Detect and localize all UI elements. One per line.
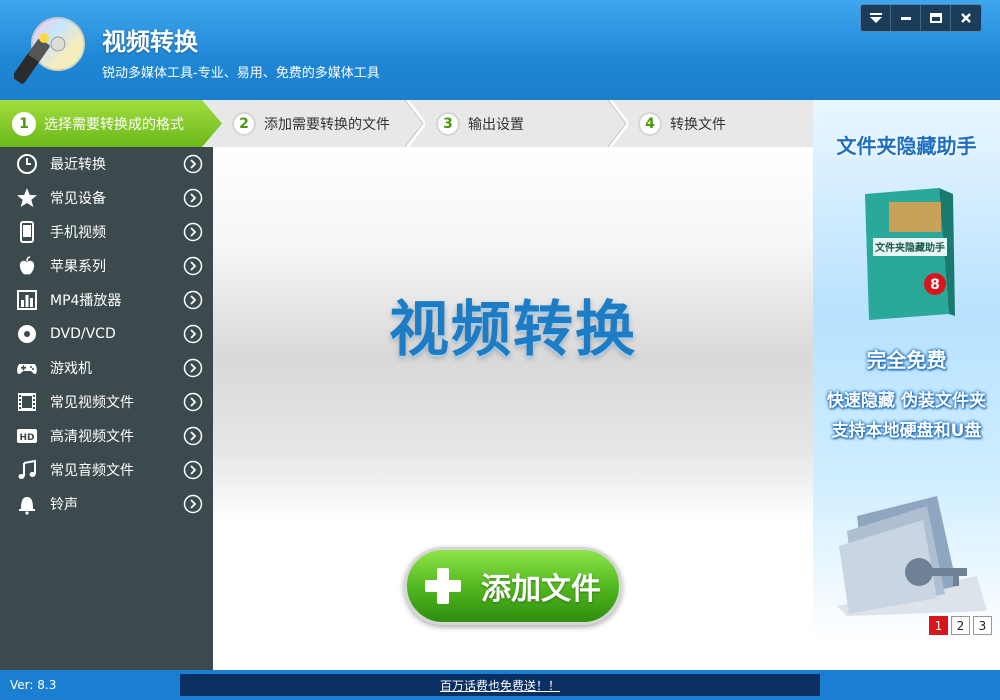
main-panel: 视频转换 添加文件: [213, 147, 813, 670]
ad-page-2[interactable]: 2: [951, 616, 970, 635]
sidebar-item-ringtone[interactable]: 铃声: [0, 487, 213, 521]
status-bar: Ver: 8.3 百万话费也免费送！！: [0, 670, 1000, 700]
sidebar-item-label: MP4播放器: [50, 293, 122, 309]
chevron-right-icon[interactable]: [183, 188, 203, 208]
sidebar-item-common-video[interactable]: 常见视频文件: [0, 385, 213, 419]
sidebar-item-mp4-player[interactable]: MP4播放器: [0, 283, 213, 317]
step-4[interactable]: 4 转换文件: [638, 100, 726, 147]
sidebar-item-label: 游戏机: [50, 361, 92, 377]
minimize-icon: [900, 17, 911, 20]
star-icon: [16, 187, 38, 209]
format-category-sidebar: 最近转换 常见设备 手机视频 苹果系列 MP4播放器 DVD/VCD 游戏机 常…: [0, 147, 213, 670]
phone-icon: [16, 221, 38, 243]
app-title: 视频转换: [102, 28, 198, 56]
close-icon: [961, 13, 971, 23]
menu-icon: [869, 13, 882, 23]
box-label: 文件夹隐藏助手: [875, 241, 945, 254]
title-bar: 视频转换 锐动多媒体工具-专业、易用、免费的多媒体工具: [0, 0, 1000, 100]
step-2[interactable]: 2 添加需要转换的文件: [232, 100, 390, 147]
ad-page-3[interactable]: 3: [973, 616, 992, 635]
clock-icon: [16, 153, 38, 175]
sidebar-item-label: 常见音频文件: [50, 463, 134, 479]
version-label: Ver: 8.3: [10, 678, 57, 692]
chevron-right-icon[interactable]: [183, 256, 203, 276]
sidebar-item-apple[interactable]: 苹果系列: [0, 249, 213, 283]
sidebar-item-label: 苹果系列: [50, 259, 106, 275]
step-1[interactable]: 1 选择需要转换成的格式: [0, 100, 222, 147]
chevron-right-icon[interactable]: [183, 358, 203, 378]
sidebar-item-label: 常见视频文件: [50, 395, 134, 411]
step-separator: [608, 100, 628, 147]
chevron-right-icon[interactable]: [183, 392, 203, 412]
step-bar: 1 选择需要转换成的格式 2 添加需要转换的文件 3 输出设置 4 转换文件: [0, 100, 813, 147]
minimize-button[interactable]: [891, 5, 921, 31]
close-button[interactable]: [951, 5, 981, 31]
chevron-right-icon[interactable]: [183, 154, 203, 174]
chevron-right-icon[interactable]: [183, 324, 203, 344]
gamepad-icon: [16, 357, 38, 379]
sidebar-item-common-audio[interactable]: 常见音频文件: [0, 453, 213, 487]
software-box-image: 文件夹隐藏助手 8: [865, 188, 955, 320]
box-version: 8: [930, 277, 940, 293]
ad-page-1[interactable]: 1: [929, 616, 948, 635]
ad-pager: 1 2 3: [929, 616, 992, 635]
menu-button[interactable]: [861, 5, 891, 31]
sidebar-item-label: DVD/VCD: [50, 326, 116, 342]
step-label: 输出设置: [468, 116, 524, 133]
add-file-label: 添加文件: [481, 572, 601, 607]
ad-free-text: 完全免费: [866, 348, 947, 372]
add-file-button[interactable]: 添加文件: [404, 547, 622, 625]
hd-icon: HD: [16, 425, 38, 447]
ad-line-2: 支持本地硬盘和U盘: [831, 421, 982, 441]
folder-lock-image: [837, 496, 987, 616]
plus-icon: [425, 568, 461, 604]
apple-icon: [16, 255, 38, 277]
sidebar-item-hd-video[interactable]: HD 高清视频文件: [0, 419, 213, 453]
chevron-right-icon[interactable]: [183, 460, 203, 480]
chevron-right-icon[interactable]: [183, 290, 203, 310]
sidebar-item-recent[interactable]: 最近转换: [0, 147, 213, 181]
mp4-player-icon: [16, 289, 38, 311]
step-3[interactable]: 3 输出设置: [436, 100, 524, 147]
step-label: 选择需要转换成的格式: [44, 116, 184, 133]
disc-icon: [16, 323, 38, 345]
maximize-button[interactable]: [921, 5, 951, 31]
ad-banner[interactable]: 文件夹隐藏助手 文件夹隐藏助手 8 完全免费 快速隐藏 伪装文件夹 支持本地硬盘…: [813, 100, 1000, 641]
step-label: 添加需要转换的文件: [264, 116, 390, 133]
sidebar-item-label: 常见设备: [50, 191, 106, 207]
chevron-right-icon[interactable]: [183, 494, 203, 514]
sidebar-item-common-devices[interactable]: 常见设备: [0, 181, 213, 215]
step-number: 3: [436, 111, 460, 136]
sidebar-item-label: 铃声: [50, 497, 78, 513]
app-logo-icon: [14, 17, 85, 84]
chevron-right-icon[interactable]: [183, 426, 203, 446]
sidebar-item-dvd-vcd[interactable]: DVD/VCD: [0, 317, 213, 351]
sidebar-item-game-console[interactable]: 游戏机: [0, 351, 213, 385]
film-icon: [16, 391, 38, 413]
svg-text:HD: HD: [19, 433, 34, 443]
sidebar-item-mobile-video[interactable]: 手机视频: [0, 215, 213, 249]
app-subtitle: 锐动多媒体工具-专业、易用、免费的多媒体工具: [102, 66, 380, 81]
maximize-icon: [929, 13, 942, 23]
step-number: 2: [232, 111, 256, 136]
ad-line-1: 快速隐藏 伪装文件夹: [827, 391, 986, 411]
step-number: 4: [638, 111, 662, 136]
main-title: 视频转换: [389, 295, 637, 365]
sidebar-item-label: 高清视频文件: [50, 429, 134, 445]
step-separator: [405, 100, 425, 147]
music-note-icon: [16, 459, 38, 481]
chevron-right-icon[interactable]: [183, 222, 203, 242]
sidebar-item-label: 最近转换: [50, 157, 106, 173]
promo-marquee[interactable]: 百万话费也免费送！！: [180, 674, 820, 696]
ad-footer-blank: [813, 641, 1000, 670]
promo-link[interactable]: 百万话费也免费送！！: [440, 677, 560, 694]
step-label: 转换文件: [670, 116, 726, 133]
step-number: 1: [12, 111, 36, 136]
bell-icon: [16, 493, 38, 515]
window-controls: [860, 4, 982, 32]
ad-title: 文件夹隐藏助手: [836, 134, 977, 158]
sidebar-item-label: 手机视频: [50, 225, 106, 241]
